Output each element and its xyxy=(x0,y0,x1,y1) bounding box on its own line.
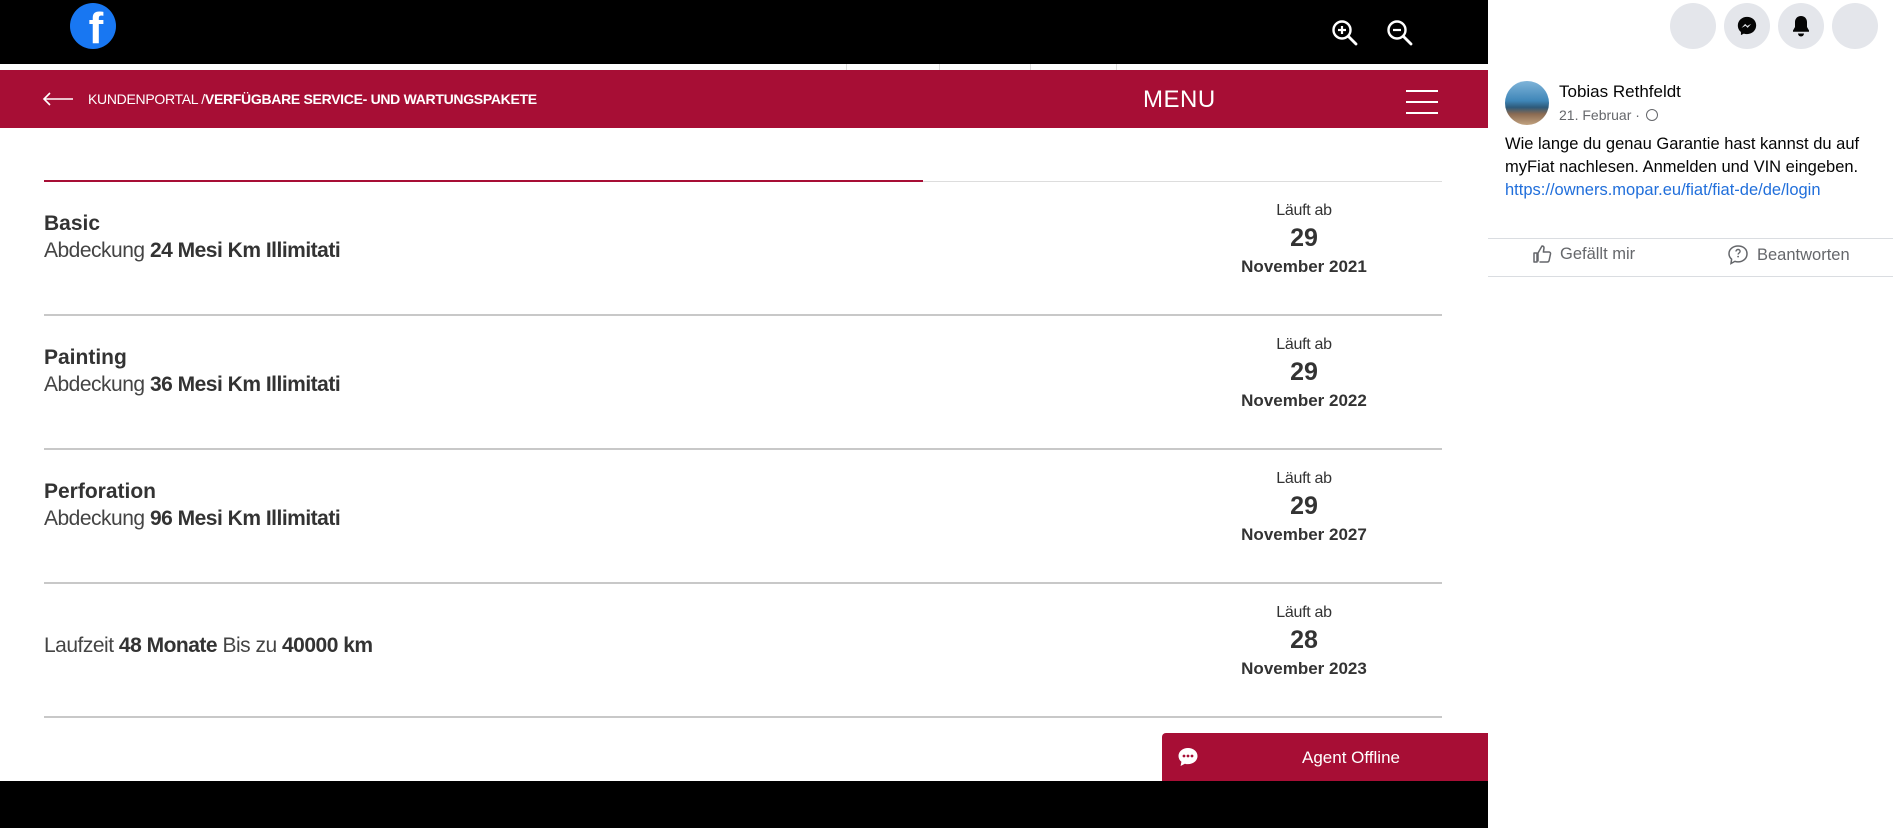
expiry-month: November 2027 xyxy=(1241,525,1367,544)
menu-button[interactable] xyxy=(1670,3,1716,49)
photo-screenshot: KUNDENPORTAL /VERFÜGBARE SERVICE- UND WA… xyxy=(0,64,1488,781)
stage: f KUNDENPORTAL /VERFÜGBARE SERVICE- UND … xyxy=(0,0,1893,828)
portal-header: KUNDENPORTAL /VERFÜGBARE SERVICE- UND WA… xyxy=(0,70,1488,128)
reply-icon xyxy=(1728,245,1748,265)
package-name: Perforation xyxy=(44,480,157,503)
coverage-value: 96 Mesi Km Illimitati xyxy=(149,507,341,530)
messenger-icon xyxy=(1737,16,1757,36)
package-coverage: Abdeckung 24 Mesi Km Illimitati xyxy=(44,239,341,263)
expiry-block: Läuft ab 29 November 2027 xyxy=(1224,470,1384,545)
bell-icon xyxy=(1793,16,1809,37)
limit-label: Bis zu xyxy=(222,634,277,657)
expiry-label: Läuft ab xyxy=(1276,470,1332,487)
comment-meta: 21. Februar · xyxy=(1559,107,1658,123)
breadcrumb: KUNDENPORTAL /VERFÜGBARE SERVICE- UND WA… xyxy=(88,91,537,107)
thumbs-up-icon xyxy=(1533,245,1552,263)
coverage-label: Abdeckung xyxy=(44,507,145,530)
agent-status: Agent Offline xyxy=(1302,748,1400,767)
runtime-label: Laufzeit xyxy=(44,634,114,657)
package-name: Basic xyxy=(44,212,101,235)
expiry-day: 28 xyxy=(1290,626,1318,654)
divider xyxy=(1488,276,1893,277)
expiry-block: Läuft ab 29 November 2022 xyxy=(1224,336,1384,411)
divider xyxy=(1488,238,1893,239)
expiry-day: 29 xyxy=(1290,492,1318,520)
photo-viewer: f KUNDENPORTAL /VERFÜGBARE SERVICE- UND … xyxy=(0,0,1488,828)
package-row: Laufzeit 48 Monate Bis zu 40000 km Läuft… xyxy=(44,584,1442,718)
package-row: Painting Abdeckung 36 Mesi Km Illimitati… xyxy=(44,316,1442,450)
breadcrumb-current: VERFÜGBARE SERVICE- UND WARTUNGSPAKETE xyxy=(204,91,537,107)
package-coverage: Abdeckung 96 Mesi Km Illimitati xyxy=(44,507,341,531)
expiry-block: Läuft ab 28 November 2023 xyxy=(1224,604,1384,679)
coverage-value: 36 Mesi Km Illimitati xyxy=(149,373,341,396)
expiry-block: Läuft ab 29 November 2021 xyxy=(1224,202,1384,277)
expiry-month: November 2021 xyxy=(1241,257,1367,276)
account-button[interactable] xyxy=(1832,3,1878,49)
zoom-in-icon[interactable] xyxy=(1330,18,1360,48)
reply-label: Beantworten xyxy=(1757,245,1850,264)
comment-text: Wie lange du genau Garantie hast kannst … xyxy=(1505,135,1860,176)
avatar[interactable] xyxy=(1505,81,1549,125)
comment-panel: Tobias Rethfeldt 21. Februar · Wie lange… xyxy=(1488,0,1893,828)
messenger-button[interactable] xyxy=(1724,3,1770,49)
package-name: Painting xyxy=(44,346,127,369)
package-row: Perforation Abdeckung 96 Mesi Km Illimit… xyxy=(44,450,1442,584)
breadcrumb-root: KUNDENPORTAL / xyxy=(88,91,205,107)
expiry-day: 29 xyxy=(1290,224,1318,252)
chat-bubble-icon xyxy=(1178,748,1198,766)
hamburger-icon xyxy=(1406,90,1438,114)
package-row: Basic Abdeckung 24 Mesi Km Illimitati Lä… xyxy=(44,182,1442,316)
menu-label: MENU xyxy=(1143,86,1216,113)
comment-date[interactable]: 21. Februar · xyxy=(1559,107,1640,123)
comment-author[interactable]: Tobias Rethfeldt xyxy=(1559,82,1681,102)
like-label: Gefällt mir xyxy=(1560,244,1636,263)
coverage-value: 24 Mesi Km Illimitati xyxy=(149,239,341,262)
expiry-label: Läuft ab xyxy=(1276,202,1332,219)
expiry-label: Läuft ab xyxy=(1276,604,1332,621)
agent-chat-button: Agent Offline xyxy=(1162,733,1488,781)
facebook-logo[interactable]: f xyxy=(70,3,116,49)
expiry-month: November 2022 xyxy=(1241,391,1367,410)
expiry-label: Läuft ab xyxy=(1276,336,1332,353)
expiry-month: November 2023 xyxy=(1241,659,1367,678)
comment-body: Wie lange du genau Garantie hast kannst … xyxy=(1505,133,1880,202)
expiry-day: 29 xyxy=(1290,358,1318,386)
coverage-label: Abdeckung xyxy=(44,239,145,262)
package-coverage: Abdeckung 36 Mesi Km Illimitati xyxy=(44,373,341,397)
limit-value: 40000 km xyxy=(281,634,373,657)
reply-button[interactable]: Beantworten xyxy=(1727,244,1850,266)
package-runtime: Laufzeit 48 Monate Bis zu 40000 km xyxy=(44,634,373,658)
back-arrow-icon xyxy=(42,92,73,106)
runtime-value: 48 Monate xyxy=(118,634,218,657)
globe-icon xyxy=(1645,109,1658,121)
comment-link[interactable]: https://owners.mopar.eu/fiat/fiat-de/de/… xyxy=(1505,179,1880,202)
zoom-out-icon[interactable] xyxy=(1385,18,1415,48)
notifications-button[interactable] xyxy=(1778,3,1824,49)
coverage-label: Abdeckung xyxy=(44,373,145,396)
like-button[interactable]: Gefällt mir xyxy=(1532,244,1635,264)
